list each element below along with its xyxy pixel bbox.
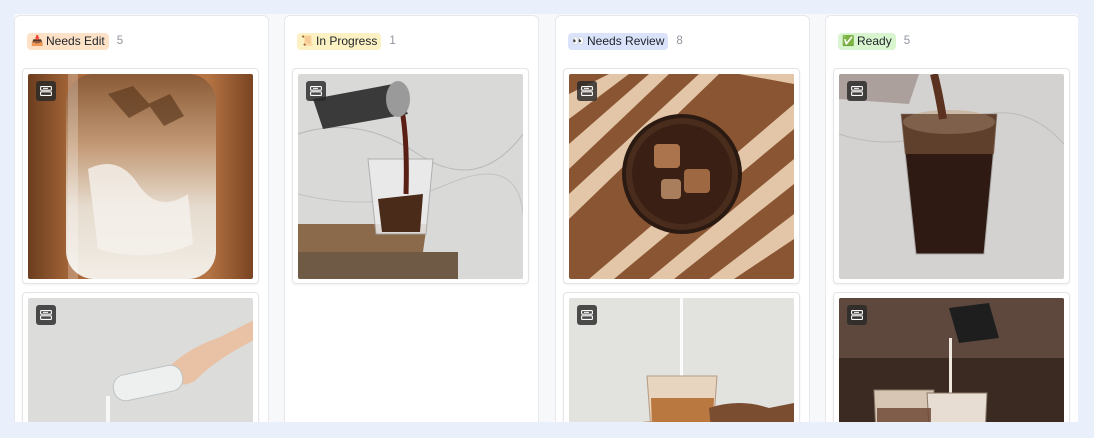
card-record-icon[interactable] (847, 305, 867, 325)
card-record-icon[interactable] (577, 305, 597, 325)
card-count: 5 (116, 35, 124, 47)
status-tag: 👀 Needs Review (568, 32, 669, 50)
column-header[interactable]: ✅ Ready 5 (838, 32, 910, 50)
column-header[interactable]: 📜 In Progress 1 (297, 32, 396, 50)
column-header[interactable]: 📥 Needs Edit 5 (27, 32, 123, 50)
card-cover-image (28, 74, 253, 279)
card-count: 5 (903, 35, 911, 47)
card-record-icon[interactable] (847, 81, 867, 101)
card-record-icon[interactable] (36, 81, 56, 101)
card-cover-image (569, 298, 794, 422)
column-header[interactable]: 👀 Needs Review 8 (568, 32, 683, 50)
card-record-icon[interactable] (306, 81, 326, 101)
status-tag: ✅ Ready (838, 32, 896, 50)
column-ready: ✅ Ready 5 (825, 15, 1078, 422)
card-record-icon[interactable] (36, 305, 56, 325)
column-in-progress: 📜 In Progress 1 (284, 15, 539, 422)
card[interactable] (22, 68, 259, 284)
card-cover-image (298, 74, 523, 279)
status-label: Ready (857, 33, 892, 48)
kanban-board: 📥 Needs Edit 5 📜 In Progress 1 👀 Needs R… (14, 14, 1078, 422)
card[interactable] (22, 292, 259, 422)
status-tag: 📥 Needs Edit (27, 32, 109, 50)
status-tag: 📜 In Progress (297, 32, 382, 50)
card[interactable] (563, 68, 800, 284)
inbox-icon: 📥 (31, 35, 44, 47)
status-label: In Progress (316, 33, 378, 48)
card-cover-image (839, 298, 1064, 422)
card-count: 1 (389, 35, 396, 47)
card[interactable] (292, 68, 529, 284)
card-record-icon[interactable] (577, 81, 597, 101)
status-label: Needs Edit (46, 33, 105, 48)
card-cover-image (28, 298, 253, 422)
card-cover-image (569, 74, 794, 279)
status-label: Needs Review (587, 33, 665, 48)
column-needs-edit: 📥 Needs Edit 5 (14, 15, 269, 422)
card[interactable] (833, 68, 1070, 284)
scroll-icon: 📜 (301, 35, 314, 47)
check-mark-icon: ✅ (842, 35, 855, 47)
card[interactable] (833, 292, 1070, 422)
eyes-icon: 👀 (572, 35, 585, 47)
card-count: 8 (676, 35, 683, 47)
card-cover-image (839, 74, 1064, 279)
card[interactable] (563, 292, 800, 422)
column-needs-review: 👀 Needs Review 8 (555, 15, 810, 422)
